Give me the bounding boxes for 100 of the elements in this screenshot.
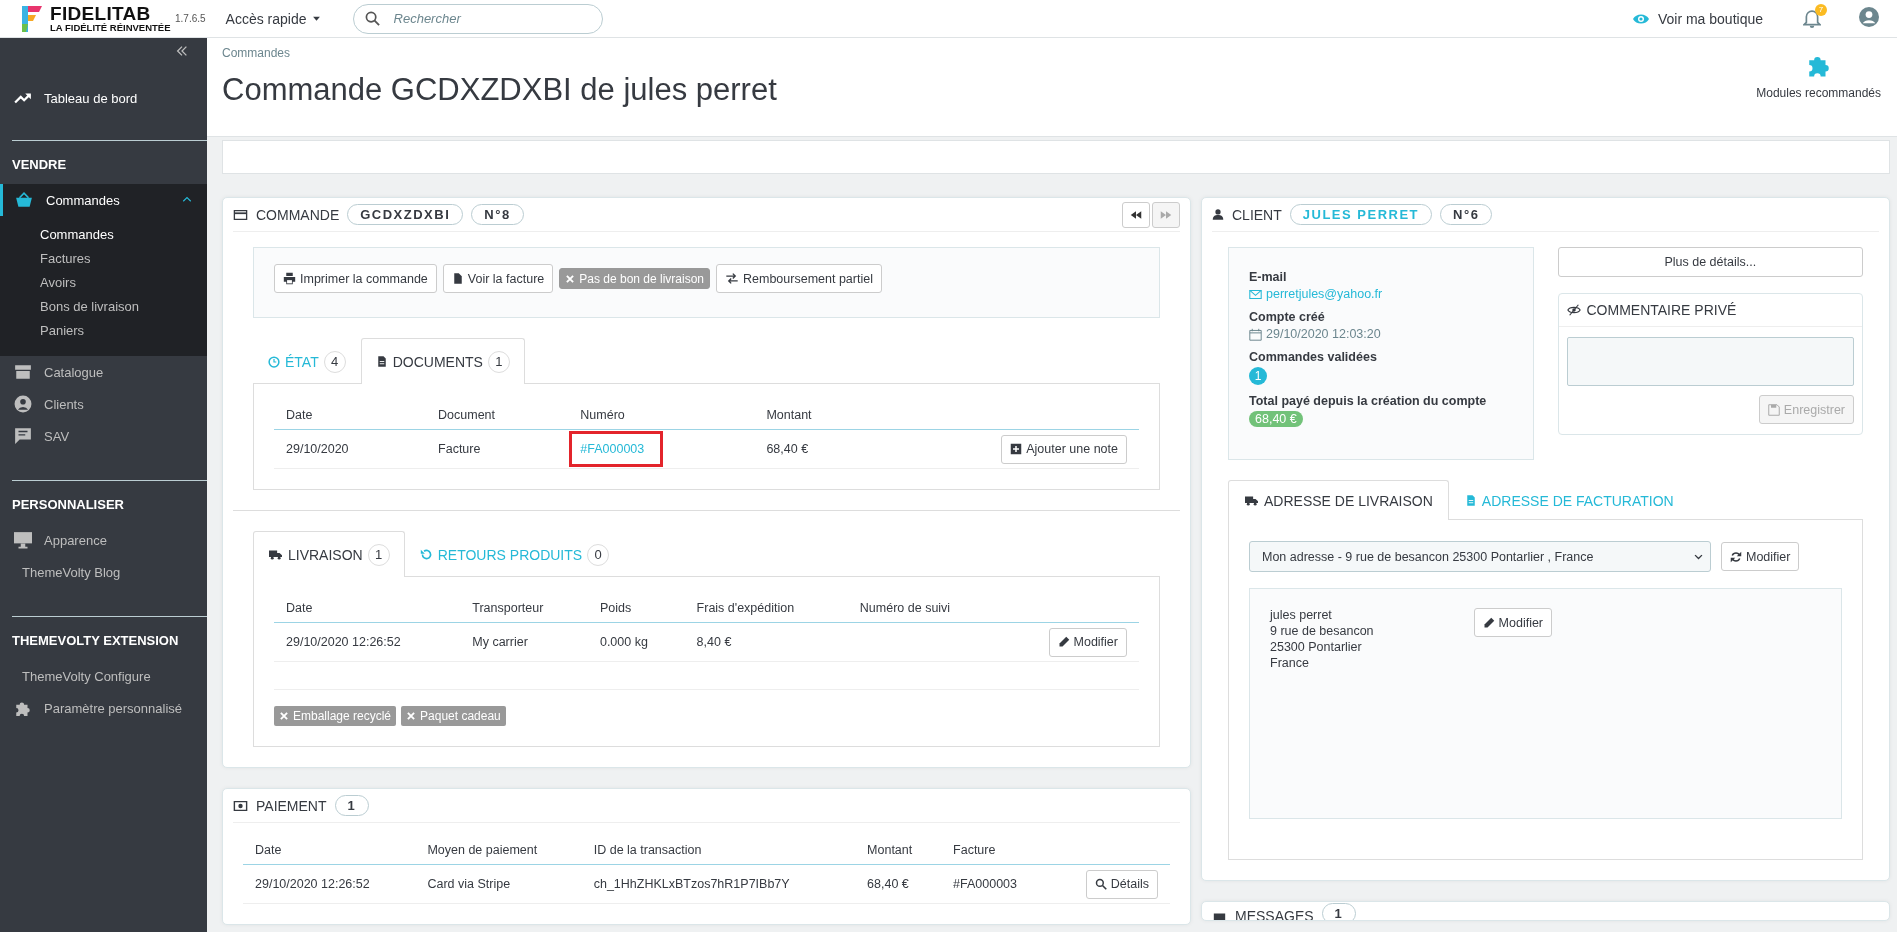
monitor-icon bbox=[14, 531, 32, 549]
column-header: Montant bbox=[855, 835, 942, 865]
column-header: Date bbox=[274, 593, 461, 623]
recommended-modules-button[interactable]: Modules recommandés bbox=[1750, 38, 1887, 101]
sidebar-item[interactable]: Catalogue bbox=[0, 356, 207, 388]
table-cell: 0.000 kg bbox=[599, 635, 648, 649]
truck-icon bbox=[1244, 494, 1259, 507]
notification-badge: 7 bbox=[1815, 3, 1827, 16]
refresh-icon bbox=[1730, 550, 1742, 563]
sidebar-label: Catalogue bbox=[44, 364, 104, 380]
action-button[interactable]: Voir la facture bbox=[442, 264, 554, 293]
submenu-item[interactable]: Commandes bbox=[0, 222, 207, 246]
option-tag: Paquet cadeau bbox=[401, 706, 506, 726]
times-icon bbox=[406, 711, 417, 721]
table-cell: 68,40 € bbox=[855, 864, 942, 904]
tab[interactable]: DOCUMENTS 1 bbox=[360, 338, 525, 384]
calendar-icon bbox=[1249, 327, 1262, 341]
address-line: 25300 Pontarlier bbox=[1270, 640, 1363, 654]
envelope-icon bbox=[1249, 287, 1262, 301]
more-details-button[interactable]: Plus de détails... bbox=[1557, 247, 1863, 277]
section-title: PERSONNALISER bbox=[12, 496, 125, 514]
edit-address-button[interactable]: Modifier bbox=[1473, 608, 1553, 637]
sidebar-label: SAV bbox=[44, 428, 70, 444]
caret-icon bbox=[311, 14, 321, 23]
brand-name: FIDELITAB bbox=[50, 4, 151, 24]
total-badge: 68,40 € bbox=[1249, 411, 1303, 427]
table-cell: Card via Stripe bbox=[415, 864, 582, 904]
column-header: ID de la transaction bbox=[581, 835, 856, 865]
pencil-icon bbox=[1482, 616, 1495, 629]
table-cell: 29/10/2020 12:26:52 bbox=[243, 864, 416, 904]
file-icon bbox=[451, 272, 464, 285]
option-tag: Emballage recyclé bbox=[274, 706, 397, 726]
sidebar-item[interactable]: SAV bbox=[0, 420, 207, 452]
field-label: E-mail bbox=[1249, 270, 1288, 284]
user-icon bbox=[1212, 208, 1224, 221]
section-title: VENDRE bbox=[12, 156, 68, 174]
tab[interactable]: ÉTAT 4 bbox=[253, 338, 361, 384]
sidebar-label: ThemeVolty Blog bbox=[22, 564, 121, 580]
add-note-button[interactable]: Ajouter une note bbox=[1001, 434, 1127, 464]
bell-icon bbox=[1803, 9, 1821, 28]
column-header: Numéro bbox=[568, 400, 755, 430]
panel-title: COMMENTAIRE PRIVÉ bbox=[1586, 302, 1737, 318]
sidebar-item[interactable]: Tableau de bord bbox=[0, 82, 207, 114]
column-header: Document bbox=[426, 400, 569, 430]
sidebar-label: Apparence bbox=[44, 532, 107, 548]
address-line: France bbox=[1270, 656, 1310, 670]
sidebar-label: Commandes bbox=[46, 192, 120, 208]
comment-field[interactable] bbox=[1566, 337, 1854, 386]
sidebar-item[interactable]: Commandes bbox=[0, 184, 207, 216]
undo-icon bbox=[419, 548, 433, 561]
chat-icon bbox=[14, 427, 32, 445]
table-cell: 29/10/2020 bbox=[274, 429, 427, 469]
quick-access-menu[interactable]: Accès rapide bbox=[225, 10, 321, 27]
sidebar-item[interactable]: ThemeVolty Configure bbox=[0, 660, 207, 692]
field-value: 29/10/2020 12:03:20 bbox=[1266, 327, 1381, 341]
version-label: 1.7.6.5 bbox=[175, 13, 206, 24]
address-select[interactable]: Mon adresse - 9 rue de besancon 25300 Pontarlier , France bbox=[1249, 541, 1711, 572]
sidebar-item[interactable]: Apparence bbox=[0, 524, 207, 556]
truck-icon bbox=[268, 548, 283, 561]
tab[interactable]: ADRESSE DE LIVRAISON bbox=[1228, 480, 1449, 520]
column-header: Facture bbox=[941, 835, 1051, 865]
submenu-item[interactable]: Paniers bbox=[0, 318, 207, 342]
column-header: Poids bbox=[587, 593, 685, 623]
tab[interactable]: RETOURS PRODUITS 0 bbox=[404, 531, 625, 577]
eye-slash-icon bbox=[1566, 303, 1581, 317]
panel-title: COMMANDE bbox=[256, 206, 340, 223]
action-button[interactable]: Remboursement partiel bbox=[716, 264, 882, 293]
submenu-item[interactable]: Avoirs bbox=[0, 270, 207, 294]
pencil-icon bbox=[1057, 636, 1070, 648]
column-header: Transporteur bbox=[460, 593, 588, 623]
column-header: Date bbox=[243, 835, 416, 865]
details-button[interactable]: Détails bbox=[1085, 869, 1158, 899]
account-icon bbox=[1859, 7, 1879, 27]
sidebar-item[interactable]: Clients bbox=[0, 388, 207, 420]
panel-title: CLIENT bbox=[1232, 206, 1282, 223]
submenu-item[interactable]: Factures bbox=[0, 246, 207, 270]
clock-icon bbox=[268, 355, 280, 368]
sidebar-item[interactable]: Paramètre personnalisé bbox=[0, 692, 207, 724]
action-button[interactable]: Imprimer la commande bbox=[274, 264, 437, 293]
exchange-icon bbox=[725, 272, 739, 285]
basket-icon bbox=[14, 191, 34, 209]
field-label: Commandes validées bbox=[1249, 350, 1378, 364]
sidebar-label: Tableau de bord bbox=[44, 90, 138, 106]
column-header: Numéro de suivi bbox=[847, 593, 1002, 623]
edit-button[interactable]: Modifier bbox=[1048, 627, 1127, 657]
column-header: Frais d'expédition bbox=[684, 593, 848, 623]
tab[interactable]: LIVRAISON 1 bbox=[253, 531, 405, 577]
sidebar-item[interactable]: ThemeVolty Blog bbox=[0, 556, 207, 588]
view-shop-link[interactable]: Voir ma boutique bbox=[1631, 10, 1763, 27]
breadcrumb[interactable]: Commandes bbox=[222, 46, 777, 60]
printer-icon bbox=[283, 272, 296, 285]
submenu-item[interactable]: Bons de livraison bbox=[0, 294, 207, 318]
change-address-button[interactable]: Modifier bbox=[1721, 542, 1800, 571]
address-line: jules perret bbox=[1270, 608, 1333, 622]
document-icon bbox=[1464, 494, 1477, 507]
save-icon bbox=[1767, 403, 1780, 416]
table-cell: Facture bbox=[426, 429, 569, 469]
search-field[interactable]: Rechercher bbox=[352, 3, 603, 34]
previous-button[interactable] bbox=[1122, 201, 1150, 228]
table-cell: 8,40 € bbox=[696, 635, 732, 649]
